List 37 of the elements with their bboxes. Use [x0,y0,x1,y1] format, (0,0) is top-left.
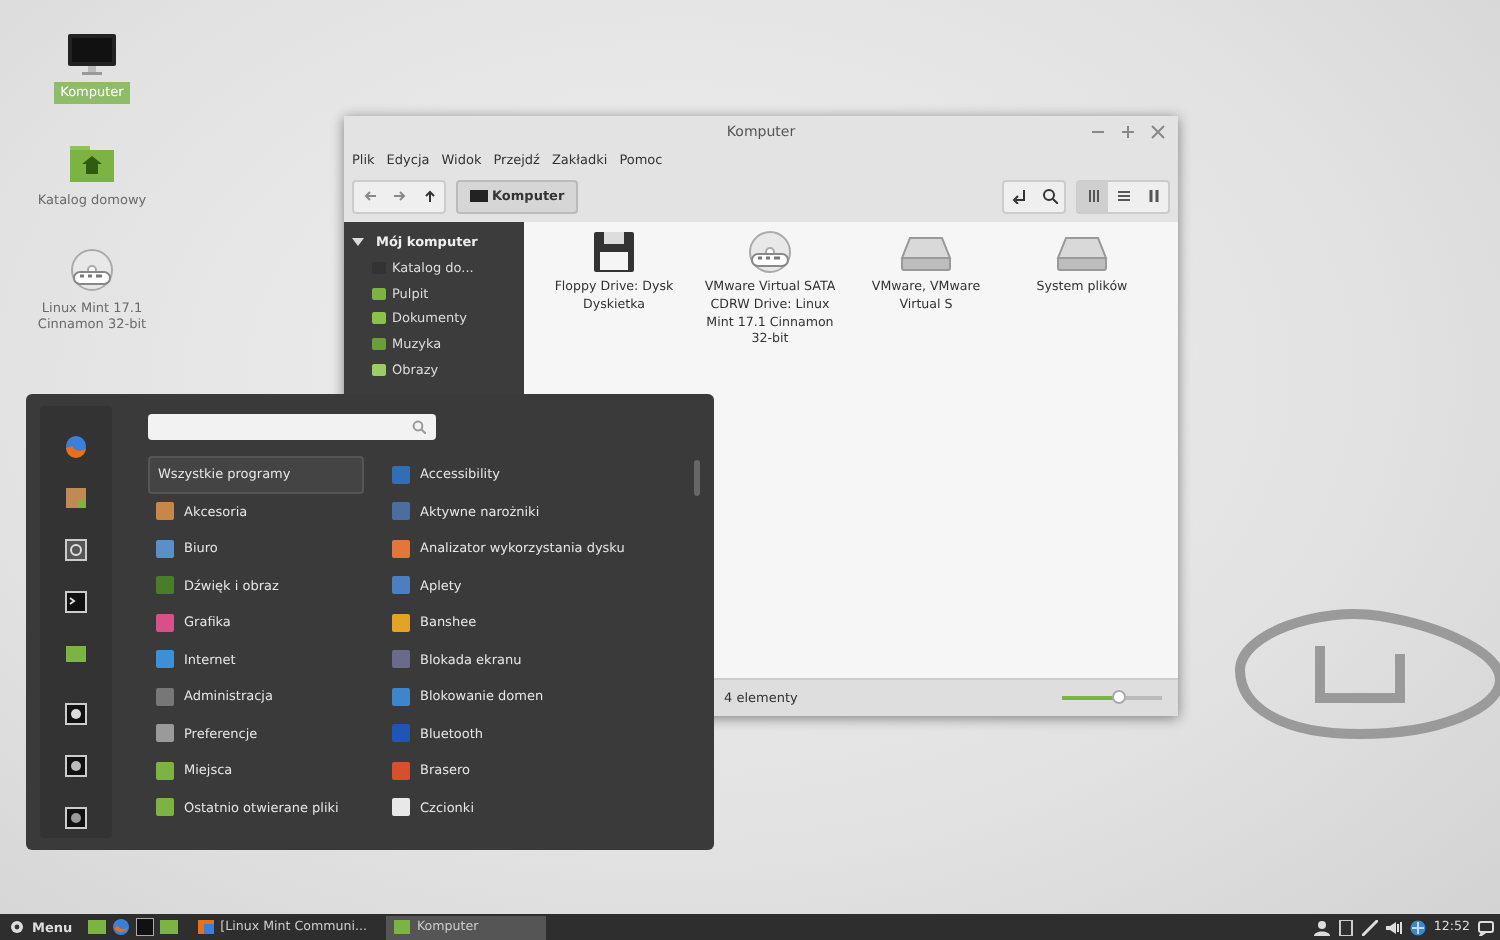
back-arrow-icon [361,188,377,204]
browser-icon[interactable] [112,918,131,936]
list-view-icon [1115,188,1131,204]
forward-arrow-icon [391,188,407,204]
clipboard-icon[interactable] [1337,919,1354,935]
user-icon[interactable] [1313,919,1330,935]
package-icon[interactable] [64,486,88,510]
search-icon [412,420,426,434]
volume-icon[interactable] [1385,919,1402,935]
scrollbar[interactable] [694,460,700,496]
monitor-icon [64,32,120,76]
power-icon[interactable] [64,806,88,830]
browser-icon [198,920,215,934]
maximize-icon[interactable] [1120,124,1136,140]
network-icon[interactable] [1409,919,1426,935]
desktop-icon[interactable] [88,918,107,936]
folder-icon [394,920,411,934]
pen-icon[interactable] [1361,919,1378,935]
lock-icon[interactable] [64,702,88,726]
view-mode-button[interactable] [1078,181,1108,211]
logout-icon[interactable] [64,754,88,778]
monitor-icon [470,189,488,203]
terminal-icon[interactable] [64,590,88,614]
mint-logo-icon [10,920,24,934]
folder-icon[interactable] [64,642,88,666]
icon-view-icon [1085,188,1101,204]
terminal-icon[interactable] [136,918,155,936]
folder-icon[interactable] [160,918,179,936]
search-field[interactable] [148,414,436,440]
close-icon[interactable] [1150,124,1166,140]
up-arrow-icon [421,188,437,204]
compact-view-icon [1145,188,1161,204]
settings-icon[interactable] [64,538,88,562]
location-toggle-icon [1011,188,1027,204]
browser-icon[interactable] [64,434,88,458]
notification-icon [1478,919,1494,935]
search-icon [1041,188,1057,204]
